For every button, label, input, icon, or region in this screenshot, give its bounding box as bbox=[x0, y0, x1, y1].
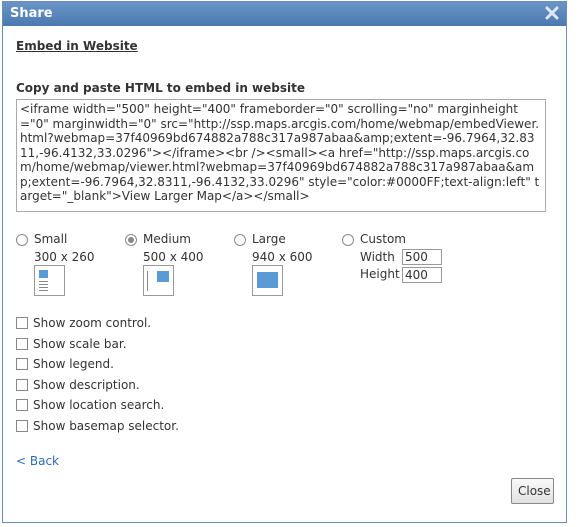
close-x-icon[interactable] bbox=[544, 5, 560, 21]
radio-large[interactable] bbox=[234, 234, 246, 246]
radio-custom[interactable] bbox=[342, 234, 354, 246]
dialog-titlebar: Share bbox=[3, 2, 566, 26]
custom-height-input[interactable] bbox=[402, 267, 442, 283]
size-thumb-medium[interactable] bbox=[143, 265, 174, 296]
radio-small[interactable] bbox=[16, 234, 28, 246]
checkbox-zoom-control[interactable] bbox=[16, 317, 28, 329]
dialog-title: Share bbox=[10, 6, 53, 21]
option-label-scale-bar: Show scale bar. bbox=[33, 337, 127, 351]
option-label-basemap-selector: Show basemap selector. bbox=[33, 419, 179, 433]
close-button[interactable]: Close bbox=[511, 478, 554, 504]
size-thumb-small[interactable] bbox=[34, 265, 65, 296]
custom-width-label: Width bbox=[360, 250, 395, 264]
embed-code-textarea[interactable] bbox=[16, 99, 546, 212]
option-zoom-control[interactable]: Show zoom control. bbox=[16, 316, 151, 330]
option-label-description: Show description. bbox=[33, 378, 140, 392]
option-basemap-selector[interactable]: Show basemap selector. bbox=[16, 419, 179, 433]
size-label-large: Large bbox=[252, 232, 286, 246]
checkbox-scale-bar[interactable] bbox=[16, 338, 28, 350]
size-thumb-large[interactable] bbox=[252, 265, 283, 296]
option-label-legend: Show legend. bbox=[33, 357, 114, 371]
checkbox-legend[interactable] bbox=[16, 358, 28, 370]
option-legend[interactable]: Show legend. bbox=[16, 357, 114, 371]
checkbox-basemap-selector[interactable] bbox=[16, 420, 28, 432]
size-label-small: Small bbox=[34, 232, 68, 246]
radio-medium[interactable] bbox=[125, 234, 137, 246]
size-label-custom: Custom bbox=[360, 232, 406, 246]
checkbox-location-search[interactable] bbox=[16, 399, 28, 411]
checkbox-description[interactable] bbox=[16, 379, 28, 391]
size-dims-small: 300 x 260 bbox=[34, 250, 95, 264]
custom-height-label: Height bbox=[360, 267, 400, 281]
share-dialog: Share Embed in Website Copy and paste HT… bbox=[2, 1, 567, 523]
option-description[interactable]: Show description. bbox=[16, 378, 140, 392]
size-dims-medium: 500 x 400 bbox=[143, 250, 204, 264]
size-dims-large: 940 x 600 bbox=[252, 250, 313, 264]
option-location-search[interactable]: Show location search. bbox=[16, 398, 164, 412]
option-label-location-search: Show location search. bbox=[33, 398, 165, 412]
option-scale-bar[interactable]: Show scale bar. bbox=[16, 337, 127, 351]
size-label-medium: Medium bbox=[143, 232, 191, 246]
back-link[interactable]: < Back bbox=[16, 454, 59, 468]
copy-label: Copy and paste HTML to embed in website bbox=[16, 81, 306, 95]
section-title: Embed in Website bbox=[16, 39, 138, 53]
custom-width-input[interactable] bbox=[402, 249, 442, 265]
option-label-zoom-control: Show zoom control. bbox=[33, 316, 152, 330]
